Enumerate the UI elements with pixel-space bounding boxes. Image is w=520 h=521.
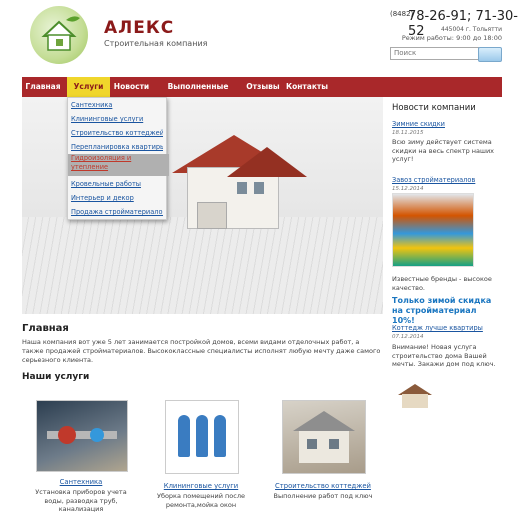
blueprint-image — [22, 217, 383, 314]
service-link-cleaning[interactable]: Клининговые услуги — [155, 482, 247, 490]
cleaner-figure — [178, 415, 190, 457]
menu-item-materials-sale[interactable]: Продажа стройматериалов — [71, 208, 163, 216]
news-link-cottage[interactable]: Коттедж лучше квартиры — [392, 324, 483, 332]
main-nav: Главная Услуги Новости Выполненные работ… — [22, 77, 502, 111]
news-date: 07.12.2014 — [392, 334, 424, 340]
sidebar-news-heading: Новости компании — [392, 103, 476, 113]
service-image-cottages[interactable] — [282, 400, 366, 474]
service-desc-plumbing: Установка приборов учета воды, разводка … — [35, 488, 127, 513]
plumbing-icon — [47, 426, 117, 444]
menu-item-plumbing[interactable]: Сантехника — [71, 101, 163, 109]
menu-item-cleaning[interactable]: Клининговые услуги — [71, 115, 163, 123]
service-image-plumbing[interactable] — [36, 400, 128, 472]
cottage-thumbnail[interactable] — [398, 384, 432, 408]
search-button[interactable] — [478, 47, 502, 62]
service-image-cleaning[interactable] — [165, 400, 239, 474]
news-text: Всю зиму действует система скидки на вес… — [392, 138, 495, 163]
address: 445004 г. Тольятти — [441, 26, 502, 33]
service-link-plumbing[interactable]: Сантехника — [36, 478, 126, 486]
page-title: Главная — [22, 323, 69, 334]
news-text: Внимание! Новая услуга строительство дом… — [392, 343, 496, 368]
nav-item-services[interactable]: Услуги — [67, 77, 110, 97]
services-dropdown-menu: Сантехника Клининговые услуги Строительс… — [67, 97, 169, 220]
service-desc-cottages: Выполнение работ под ключ — [273, 492, 373, 500]
news-text: Известные бренды - высокое качество. — [392, 275, 492, 292]
company-logo[interactable] — [30, 6, 88, 64]
promo-text: Только зимой скидка на стройматериал 10%… — [392, 296, 492, 325]
menu-item-cottages[interactable]: Строительство коттеджей — [71, 129, 163, 137]
news-link-materials-delivery[interactable]: Завоз стройматериалов — [392, 176, 475, 184]
nav-item-news[interactable]: Новости — [110, 77, 153, 97]
house-window — [254, 182, 264, 194]
nav-item-contacts[interactable]: Контакты — [285, 77, 329, 97]
nav-item-completed-works[interactable]: Выполненные работы — [155, 77, 241, 111]
working-hours: Режим работы: 9:00 до 18:00 — [401, 34, 502, 42]
house-roof-secondary — [227, 147, 307, 177]
services-heading: Наши услуги — [22, 372, 90, 382]
nav-item-reviews[interactable]: Отзывы — [244, 77, 282, 97]
menu-item-replanning[interactable]: Перепланировка квартиры — [71, 143, 163, 151]
search-input[interactable] — [390, 47, 479, 60]
menu-item-roofing[interactable]: Кровельные работы — [71, 180, 163, 188]
house-window — [237, 182, 247, 194]
intro-text: Наша компания вот уже 5 лет занимается п… — [22, 338, 381, 364]
service-link-cottages[interactable]: Строительство коттеджей — [272, 482, 374, 490]
cottage-icon — [293, 411, 355, 463]
service-desc-cleaning: Уборка помещений после ремонта,мойка око… — [156, 492, 246, 509]
news-date: 15.12.2014 — [392, 186, 424, 192]
thumbnail-wall — [402, 394, 428, 408]
house-logo-icon — [41, 16, 80, 51]
menu-item-interior[interactable]: Интерьер и декор — [71, 194, 163, 202]
news-link-winter-discounts[interactable]: Зимние скидки — [392, 120, 445, 128]
cleaner-figure — [214, 415, 226, 457]
house-garage — [197, 202, 227, 229]
building-materials-image[interactable] — [392, 193, 474, 267]
nav-item-home[interactable]: Главная — [22, 77, 64, 97]
brand-subtitle: Строительная компания — [104, 39, 208, 48]
brand-title: АЛЕКС — [104, 18, 175, 38]
news-date: 18.11.2015 — [392, 130, 424, 136]
menu-item-waterproofing[interactable]: Гидроизоляция и утепление — [68, 154, 169, 176]
cleaner-figure — [196, 415, 208, 457]
